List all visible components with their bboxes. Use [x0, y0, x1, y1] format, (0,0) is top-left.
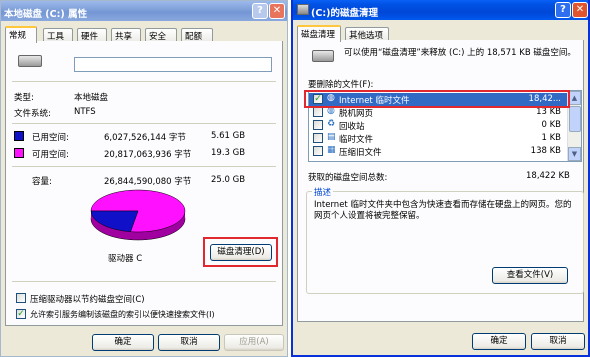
filesystem-label: 文件系统: [14, 109, 51, 119]
file-name: 临时文件 [339, 135, 374, 145]
tab-label: 常规 [9, 31, 27, 41]
free-gb: 19.3 GB [211, 148, 246, 158]
file-size: 13 KB [536, 107, 561, 117]
drive-name-input[interactable] [74, 57, 272, 72]
divider [12, 123, 276, 124]
file-checkbox[interactable] [313, 133, 323, 143]
apply-label: 应用(A) [239, 337, 269, 347]
index-checkbox[interactable]: ✓ [16, 309, 26, 319]
file-checkbox[interactable] [313, 107, 323, 117]
view-files-label: 查看文件(V) [506, 270, 554, 280]
used-color-swatch [14, 131, 24, 141]
compress-icon: ▦ [327, 145, 336, 155]
disk-usage-pie-chart [90, 189, 186, 241]
ok-button[interactable]: 确定 [92, 334, 154, 351]
file-name: 压缩旧文件 [339, 148, 382, 158]
file-size: 0 KB [541, 120, 561, 130]
used-bytes: 6,027,526,144 字节 [104, 133, 186, 143]
cleanup-title: (C:)的磁盘清理 [311, 8, 378, 19]
properties-window: 本地磁盘 (C:) 属性 ? ✕ 常规 工具 硬件 共享 安全 配额 类型: 本… [0, 0, 288, 357]
properties-title: 本地磁盘 (C:) 属性 [4, 9, 88, 20]
file-size: 138 KB [530, 146, 561, 156]
type-label: 类型: [14, 93, 34, 103]
tab-disk-cleanup[interactable]: 磁盘清理 [297, 25, 341, 42]
cleanup-page: 可以使用“磁盘清理”来释放 (C:) 上的 18,571 KB 磁盘空间。 要删… [297, 40, 584, 322]
highlight-box [304, 90, 570, 108]
tab-strip: 磁盘清理 其他选项 [297, 25, 584, 42]
type-value: 本地磁盘 [74, 93, 109, 103]
file-icon: ▤ [327, 132, 336, 142]
close-button[interactable]: ✕ [572, 2, 588, 18]
ok-label: 确定 [114, 337, 132, 347]
total-space-value: 18,422 KB [526, 171, 570, 181]
filesystem-value: NTFS [74, 107, 96, 117]
cancel-button[interactable]: 取消 [531, 333, 585, 350]
file-checkbox[interactable] [313, 146, 323, 156]
compress-label: 压缩驱动器以节约磁盘空间(C) [30, 295, 145, 305]
divider [12, 281, 276, 282]
close-button[interactable]: ✕ [269, 3, 285, 19]
tab-hardware[interactable]: 硬件 [77, 28, 107, 42]
file-checkbox[interactable] [313, 120, 323, 130]
cleanup-title-bar: (C:)的磁盘清理 [293, 0, 588, 20]
used-gb: 5.61 GB [211, 131, 246, 141]
ok-button[interactable]: 确定 [472, 333, 526, 350]
capacity-gb: 25.0 GB [211, 175, 246, 185]
scroll-thumb[interactable] [569, 106, 581, 132]
help-button[interactable]: ? [252, 3, 268, 19]
total-space-label: 获取的磁盘空间总数: [308, 173, 388, 183]
help-button[interactable]: ? [555, 2, 571, 18]
tab-quota[interactable]: 配额 [181, 28, 213, 42]
ok-label: 确定 [490, 336, 508, 346]
apply-button[interactable]: 应用(A) [224, 334, 284, 351]
drive-icon [18, 55, 42, 67]
general-page: 类型: 本地磁盘 文件系统: NTFS 已用空间: 6,027,526,144 … [5, 41, 283, 326]
scroll-down-icon[interactable]: ▼ [568, 147, 581, 161]
file-name: 脱机网页 [339, 109, 374, 119]
compress-checkbox[interactable] [16, 293, 26, 303]
tab-tools[interactable]: 工具 [43, 28, 73, 42]
drive-icon [297, 4, 309, 15]
drive-label: 驱动器 C [108, 254, 143, 264]
tab-sharing[interactable]: 共享 [111, 28, 141, 42]
divider [12, 166, 276, 167]
drive-icon [312, 50, 334, 62]
file-list-row[interactable]: ▦ 压缩旧文件 138 KB [309, 145, 567, 158]
disk-cleanup-window: (C:)的磁盘清理 ? ✕ 磁盘清理 其他选项 可以使用“磁盘清理”来释放 (C… [291, 0, 590, 357]
used-label: 已用空间: [32, 133, 69, 143]
properties-title-bar: 本地磁盘 (C:) 属性 [1, 1, 287, 21]
description-text: Internet 临时文件夹中包含为快速查看而存储在硬盘上的网页。您的网页个人设… [314, 200, 572, 221]
recycle-bin-icon: ♻ [327, 119, 336, 129]
file-list-row[interactable]: ♻ 回收站 0 KB [309, 119, 567, 132]
free-label: 可用空间: [32, 150, 69, 160]
cancel-label: 取消 [549, 336, 567, 346]
highlight-box [203, 237, 278, 267]
index-label: 允许索引服务编制该磁盘的索引以便快速搜索文件(I) [30, 310, 215, 319]
view-files-button[interactable]: 查看文件(V) [492, 267, 568, 284]
files-to-delete-label: 要删除的文件(F): [308, 80, 374, 90]
file-list-row[interactable]: ▤ 临时文件 1 KB [309, 132, 567, 145]
tab-label: 磁盘清理 [301, 30, 336, 40]
tab-more-options[interactable]: 其他选项 [345, 27, 389, 41]
intro-text: 可以使用“磁盘清理”来释放 (C:) 上的 18,571 KB 磁盘空间。 [344, 48, 576, 58]
cancel-label: 取消 [180, 337, 198, 347]
cancel-button[interactable]: 取消 [158, 334, 220, 351]
free-color-swatch [14, 148, 24, 158]
tab-security[interactable]: 安全 [145, 28, 177, 42]
file-size: 1 KB [541, 133, 561, 143]
description-title: 描述 [312, 186, 334, 198]
file-name: 回收站 [339, 122, 365, 132]
divider [12, 81, 276, 82]
capacity-label: 容量: [32, 177, 52, 187]
tab-strip: 常规 工具 硬件 共享 安全 配额 [5, 26, 283, 43]
tab-general[interactable]: 常规 [5, 26, 37, 43]
free-bytes: 20,817,063,936 字节 [104, 150, 192, 160]
